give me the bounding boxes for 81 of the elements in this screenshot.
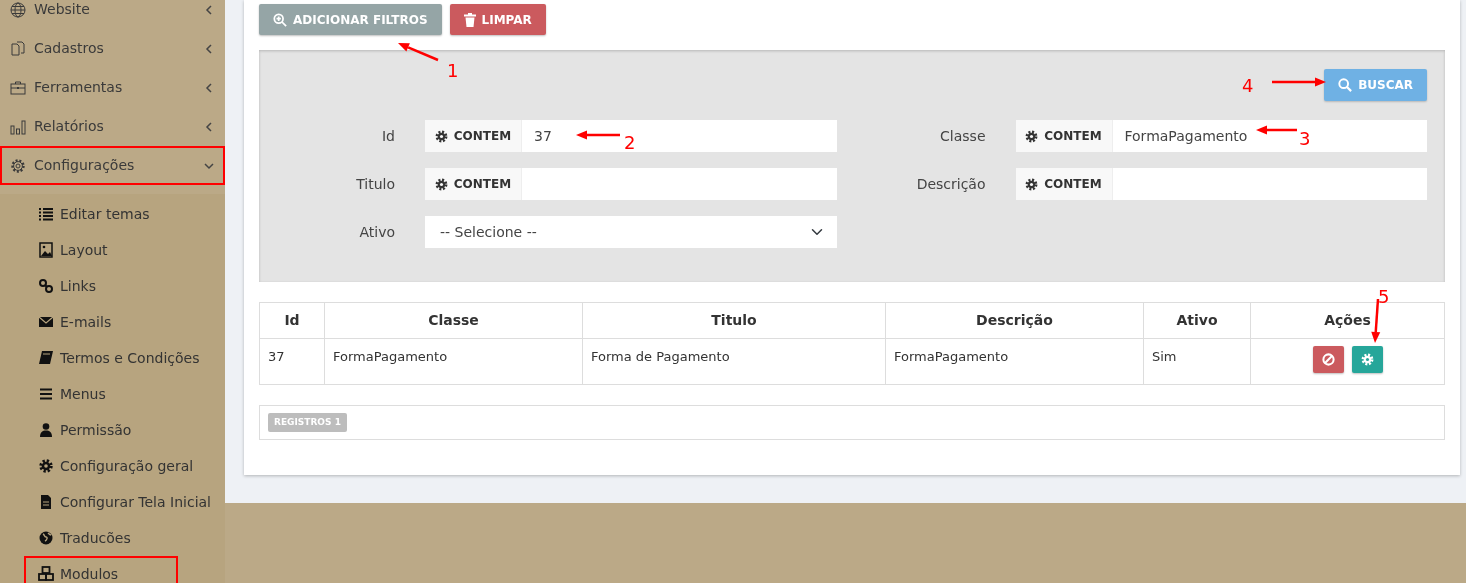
table-cell: Sim <box>1143 338 1251 385</box>
column-header: Titulo <box>582 302 886 339</box>
submenu-item[interactable]: Modulos <box>24 556 178 583</box>
input-field[interactable] <box>522 168 837 200</box>
gear-icon <box>1025 129 1039 143</box>
annotation-arrow <box>1272 77 1326 87</box>
submenu-item[interactable]: Menus <box>0 376 225 412</box>
gear-icon <box>1360 353 1374 366</box>
annotation-number: 3 <box>1299 130 1311 148</box>
annotation-number: 4 <box>1242 77 1254 95</box>
submenu-item[interactable]: E-mails <box>0 304 225 340</box>
globe-icon <box>38 530 54 546</box>
disable-button[interactable] <box>1312 346 1344 373</box>
table-cell: 37 <box>259 338 325 385</box>
submenu-item[interactable]: Termos e Condições <box>0 340 225 376</box>
annotation-arrow <box>398 43 439 62</box>
gear-icon <box>1025 177 1039 191</box>
annotation-arrow <box>576 130 620 140</box>
submenu-item[interactable]: Configuração geral <box>0 448 225 484</box>
column-header: Classe <box>324 302 583 339</box>
settings-button[interactable] <box>1351 346 1383 373</box>
briefcase-icon <box>10 79 26 96</box>
gear-icon <box>434 177 448 191</box>
settings-icon <box>10 157 26 174</box>
column-header: Descrição <box>885 302 1144 339</box>
submenu-item[interactable]: Permissão <box>0 412 225 448</box>
field-label: Classe <box>939 126 986 146</box>
chevron-icon <box>203 120 215 133</box>
table-cell: FormaPagamento <box>885 338 1144 385</box>
submenu-item[interactable]: Configurar Tela Inicial <box>0 484 225 520</box>
gear-icon <box>38 458 54 474</box>
sidebar-item[interactable]: Relatórios <box>0 107 225 146</box>
link-icon <box>38 278 54 294</box>
column-header: Ativo <box>1143 302 1251 339</box>
clear-button[interactable]: LIMPAR <box>449 4 546 35</box>
submenu-item[interactable]: Layout <box>0 232 225 268</box>
chevron-icon <box>203 42 215 55</box>
column-header: Id <box>259 302 325 339</box>
field-label: Titulo <box>355 174 395 194</box>
search-icon <box>1338 78 1353 92</box>
operator-button[interactable]: CONTEM <box>1015 120 1113 152</box>
table-cell: FormaPagamento <box>324 338 583 385</box>
chevron-icon <box>203 81 215 94</box>
cubes-icon <box>38 566 54 582</box>
field-label: Id <box>381 126 395 146</box>
sidebar-item[interactable]: Cadastros <box>0 29 225 68</box>
globe-icon <box>10 1 26 18</box>
menu-icon <box>38 386 54 402</box>
file-icon <box>38 494 54 510</box>
trash-icon <box>463 12 476 27</box>
list-icon <box>38 206 54 222</box>
sidebar-item[interactable]: Ferramentas <box>0 68 225 107</box>
operator-button[interactable]: CONTEM <box>425 120 522 152</box>
submenu-item[interactable]: Editar temas <box>0 196 225 232</box>
sidebar-item[interactable]: Configurações <box>0 146 225 185</box>
documents-icon <box>10 40 26 57</box>
annotation-number: 1 <box>447 62 459 80</box>
block-icon <box>1321 353 1335 366</box>
gear-icon <box>434 129 448 143</box>
operator-button[interactable]: CONTEM <box>425 168 522 200</box>
zoom-in-icon <box>273 12 287 27</box>
column-header: Ações <box>1250 302 1445 339</box>
annotation-arrow <box>1256 125 1297 135</box>
book-icon <box>38 350 54 366</box>
chevron-icon <box>203 3 215 16</box>
annotation-arrow <box>1371 298 1381 343</box>
operator-button[interactable]: CONTEM <box>1015 168 1113 200</box>
bar-chart-icon <box>10 118 26 135</box>
envelope-icon <box>38 314 54 330</box>
image-icon <box>38 242 54 258</box>
table-cell: Forma de Pagamento <box>582 338 886 385</box>
input-field[interactable] <box>1112 168 1427 200</box>
field-label: Ativo <box>358 222 395 242</box>
sidebar-item[interactable]: Website <box>0 0 225 29</box>
annotation-number: 2 <box>624 134 636 152</box>
submenu-item[interactable]: Links <box>0 268 225 304</box>
records-count: REGISTROS 1 <box>268 412 347 433</box>
user-icon <box>38 422 54 438</box>
submenu-item[interactable]: Traducões <box>0 520 225 556</box>
select-field[interactable]: -- Selecione -- <box>425 216 837 248</box>
field-label: Descrição <box>915 174 986 194</box>
